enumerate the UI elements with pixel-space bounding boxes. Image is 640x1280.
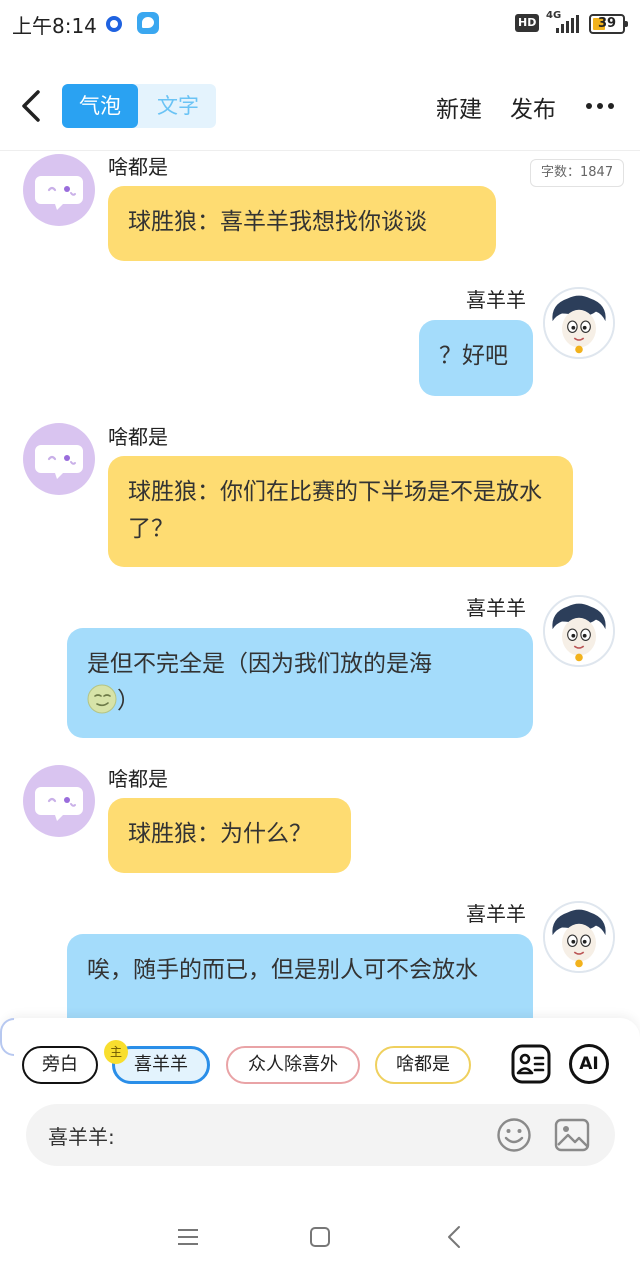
sheep-avatar-icon	[545, 903, 613, 971]
role-manager-button[interactable]	[511, 1044, 551, 1084]
main-role-badge: 主	[104, 1040, 128, 1064]
avatar[interactable]	[543, 901, 615, 973]
menu-icon	[178, 1229, 198, 1245]
avatar[interactable]	[543, 595, 615, 667]
status-bar: 上午8:14 HD 4G 39	[0, 0, 640, 50]
avatar[interactable]	[23, 765, 95, 837]
chat-bubble-avatar-icon	[35, 787, 83, 821]
mode-toggle: 气泡 文字	[62, 84, 216, 128]
ai-label: AI	[569, 1044, 609, 1084]
emoji-button[interactable]	[496, 1117, 532, 1153]
smirk-face-emoji	[87, 684, 117, 714]
role-chip-shadushi[interactable]: 啥都是	[375, 1046, 471, 1084]
speaker-name: 喜羊羊	[466, 288, 526, 312]
more-button[interactable]	[584, 88, 616, 124]
input-speaker-prefix: 喜羊羊:	[48, 1125, 115, 1149]
sheep-avatar-icon	[545, 597, 613, 665]
app-notification-icon	[106, 16, 122, 32]
more-dots-icon	[586, 103, 614, 109]
chat-bubble-avatar-icon	[35, 445, 83, 479]
status-time: 上午8:14	[12, 14, 97, 38]
square-home-icon	[310, 1227, 330, 1247]
signal-icon	[556, 15, 580, 33]
compose-panel: 旁白 喜羊羊 主 众人除喜外 啥都是 AI 喜羊羊:	[0, 1018, 640, 1196]
back-triangle-icon	[448, 1226, 460, 1248]
back-button[interactable]	[14, 84, 54, 128]
message-bubble[interactable]: 球胜狼：喜羊羊我想找你谈谈	[108, 186, 496, 261]
new-button[interactable]: 新建	[436, 90, 482, 124]
home-nav-button[interactable]	[305, 1222, 335, 1252]
chat-app-notification-icon	[137, 12, 159, 34]
message-left[interactable]: 啥都是 球胜狼：你们在比赛的下半场是不是放水了？	[0, 421, 640, 571]
battery-level: 39	[597, 16, 617, 31]
message-bubble[interactable]: 球胜狼：你们在比赛的下半场是不是放水了？	[108, 456, 573, 567]
speaker-name: 啥都是	[108, 767, 168, 791]
sheep-avatar-icon	[545, 289, 613, 357]
tab-text[interactable]: 文字	[140, 84, 216, 128]
image-button[interactable]	[554, 1117, 590, 1153]
image-icon	[554, 1118, 590, 1152]
message-bubble[interactable]: ？好吧	[419, 320, 533, 396]
speaker-name: 喜羊羊	[466, 902, 526, 926]
speaker-name: 啥都是	[108, 425, 168, 449]
menu-nav-button[interactable]	[173, 1222, 203, 1252]
hd-badge: HD	[515, 14, 540, 32]
avatar[interactable]	[23, 423, 95, 495]
speaker-name: 啥都是	[108, 155, 168, 179]
message-right[interactable]: 喜羊羊 ？好吧	[0, 281, 640, 399]
message-input-bar[interactable]: 喜羊羊:	[26, 1104, 615, 1166]
message-left[interactable]: 啥都是 球胜狼：为什么？	[0, 763, 640, 878]
smiley-icon	[497, 1118, 531, 1152]
role-chip-narrator[interactable]: 旁白	[22, 1046, 98, 1084]
publish-button[interactable]: 发布	[510, 90, 556, 124]
ai-button[interactable]: AI	[569, 1044, 609, 1084]
message-bubble[interactable]: 唉，随手的而已，但是别人可不会放水	[67, 934, 533, 1018]
avatar[interactable]	[543, 287, 615, 359]
message-text-tail: ）	[117, 688, 140, 714]
chat-bubble-avatar-icon	[35, 176, 83, 210]
speaker-name: 喜羊羊	[466, 596, 526, 620]
message-left[interactable]: 啥都是 球胜狼：喜羊羊我想找你谈谈	[0, 151, 640, 266]
message-right[interactable]: 喜羊羊 是但不完全是（因为我们放的是海 ）	[0, 589, 640, 741]
message-input[interactable]	[126, 1116, 506, 1154]
back-nav-button[interactable]	[440, 1222, 470, 1252]
message-right[interactable]: 喜羊羊 唉，随手的而已，但是别人可不会放水	[0, 895, 640, 1018]
contact-card-icon	[511, 1044, 551, 1084]
message-bubble[interactable]: 是但不完全是（因为我们放的是海 ）	[67, 628, 533, 738]
top-bar: 气泡 文字 新建 发布	[0, 70, 640, 146]
avatar[interactable]	[23, 154, 95, 226]
tab-bubble[interactable]: 气泡	[62, 84, 138, 128]
chat-area[interactable]: 字数：1847 啥都是 球胜狼：喜羊羊我想找你谈谈 喜羊羊 ？好吧 啥都是 球胜…	[0, 151, 640, 1018]
role-chip-crowd[interactable]: 众人除喜外	[226, 1046, 360, 1084]
message-text: 是但不完全是（因为我们放的是海	[87, 651, 432, 677]
battery-icon: 39	[589, 14, 628, 34]
chevron-left-icon	[22, 90, 40, 122]
message-bubble[interactable]: 球胜狼：为什么？	[108, 798, 351, 873]
role-chip-partial[interactable]	[0, 1018, 14, 1056]
system-nav-bar	[0, 1196, 640, 1280]
